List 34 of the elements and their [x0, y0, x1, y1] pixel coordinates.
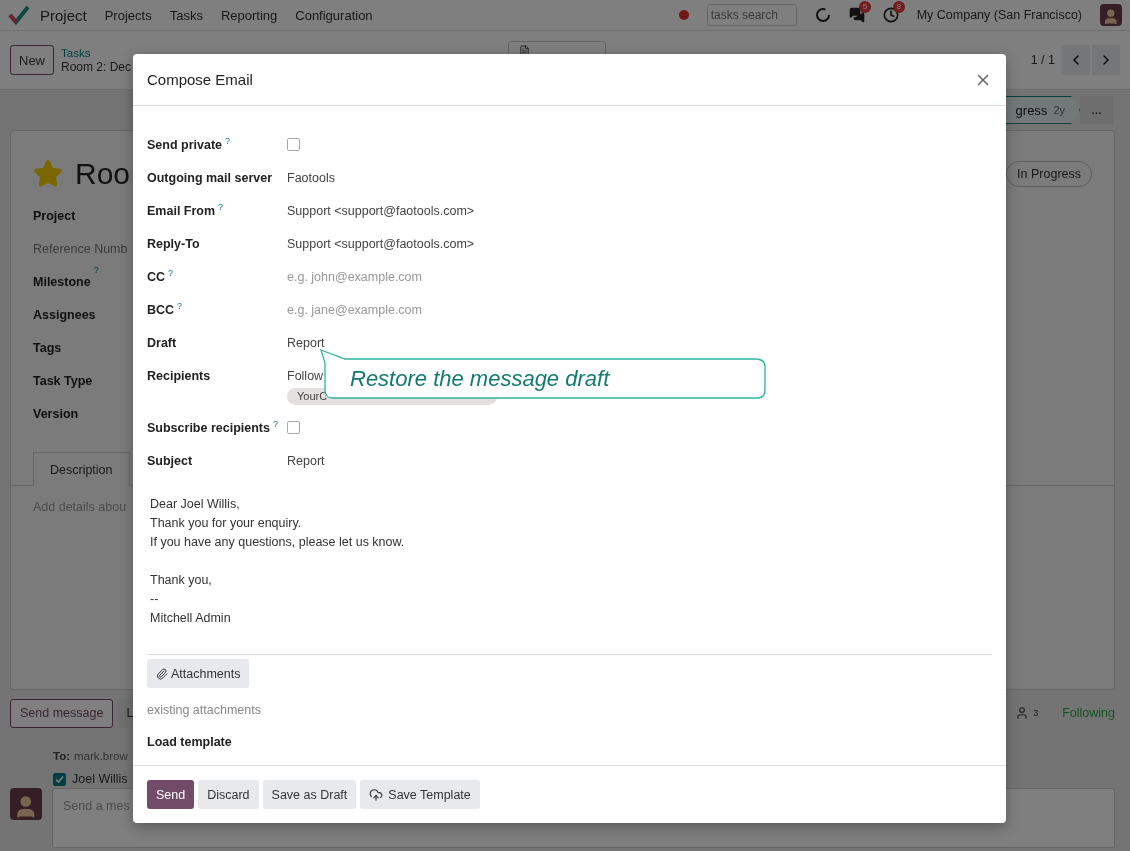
body-line: --	[150, 591, 159, 608]
body-line: Dear Joel Willis,	[150, 496, 240, 513]
body-line: Mitchell Admin	[150, 610, 231, 627]
body-line: Thank you for your enquiry.	[150, 515, 302, 532]
recipient-name: Joel Willis	[72, 772, 128, 786]
field-label: Recipients	[147, 368, 211, 385]
badge: 8	[892, 1, 906, 13]
field-label: Version	[33, 406, 79, 421]
field-label: Subject	[147, 453, 193, 470]
follower-count: 3	[1033, 708, 1039, 718]
field-label: Send private	[147, 137, 223, 154]
field-label: Outgoing mail server	[147, 170, 273, 187]
field-label: Assignees	[33, 307, 96, 322]
pager: 1 / 1	[1030, 53, 1055, 67]
field-label: Email From	[147, 203, 216, 220]
task-title: Roo	[75, 157, 131, 191]
to-value: mark.brow	[74, 750, 128, 762]
dialog-title: Compose Email	[147, 71, 253, 88]
field-label: Milestone	[33, 274, 91, 289]
field-label: Project	[33, 208, 76, 223]
field-label: Reference Numb	[33, 241, 128, 256]
field-label: Tags	[33, 340, 62, 355]
to-label: To:	[53, 750, 71, 762]
field-label: Load template	[147, 735, 232, 749]
body-line: Thank you,	[150, 572, 212, 589]
field-label: Task Type	[33, 373, 93, 388]
field-label: BCC	[147, 302, 175, 319]
field-label: Reply-To	[147, 236, 200, 253]
field-label: Draft	[147, 335, 177, 352]
record-name: Room 2: Dec	[61, 60, 132, 74]
body-line: If you have any questions, please let us know.	[150, 534, 405, 551]
field-label: Subscribe recipients	[147, 420, 270, 437]
badge: 5	[858, 1, 872, 13]
field-label: CC	[147, 269, 166, 286]
